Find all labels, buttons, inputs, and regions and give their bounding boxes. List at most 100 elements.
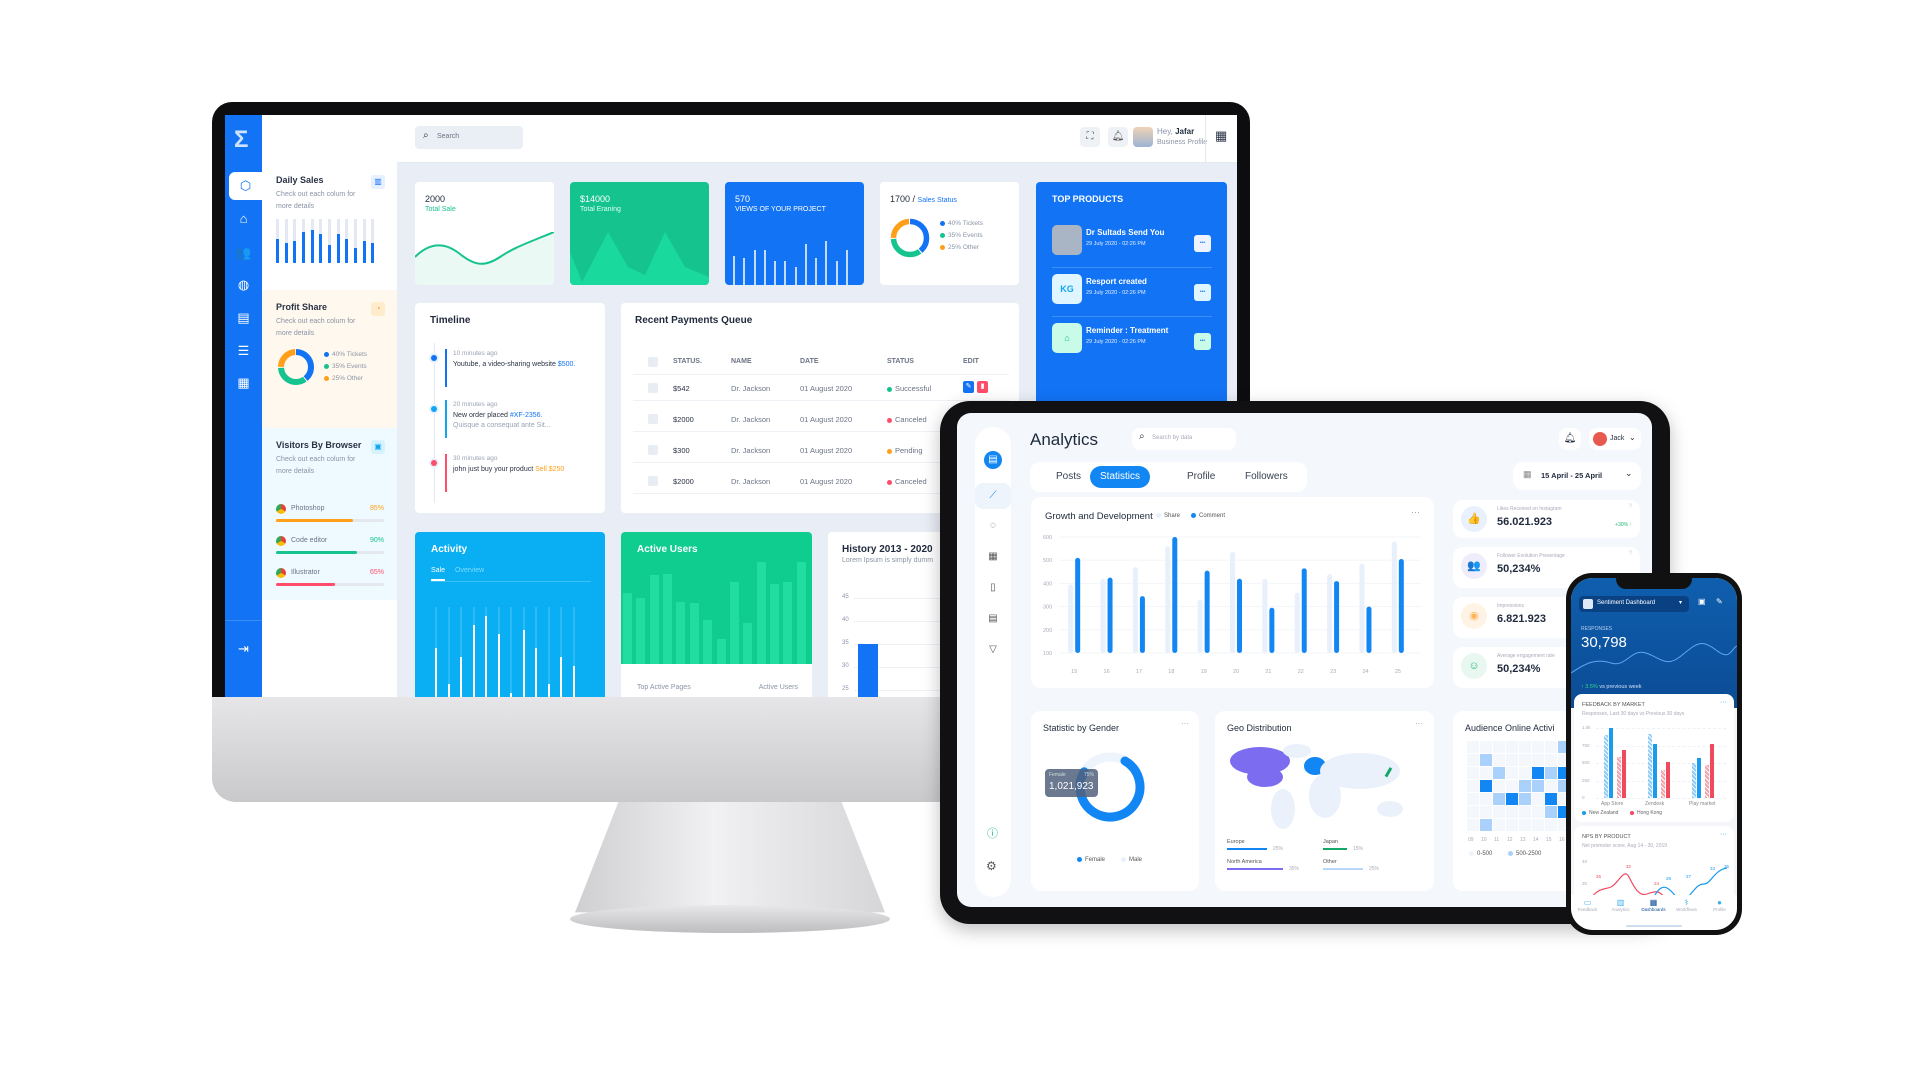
settings-icon[interactable]: ⚙ <box>986 859 997 873</box>
more-icon[interactable]: ··· <box>1720 699 1727 706</box>
search-input[interactable]: ⌕ Search by data <box>1132 428 1236 450</box>
logout-icon[interactable]: ⇥ <box>225 635 262 663</box>
fullscreen-icon[interactable]: ⛶ <box>1080 127 1100 147</box>
tab-followers[interactable]: Followers <box>1235 466 1298 488</box>
row-checkbox[interactable] <box>648 383 658 393</box>
info-icon[interactable]: ? <box>1629 504 1632 510</box>
heatmap-cell <box>1467 793 1479 805</box>
bar-chart-icon[interactable]: ▥ <box>371 175 385 189</box>
cube-icon[interactable]: ⬡ <box>229 172 262 200</box>
bell-icon[interactable]: 🔔︎ <box>1108 127 1128 147</box>
tab-posts[interactable]: Posts <box>1046 466 1091 488</box>
document-icon[interactable]: ▤ <box>225 304 262 332</box>
tablet-sidebar: ▤ ⟋ ◌ ▦ ▯ ▤ ▽ ⓘ ⚙ <box>975 427 1011 897</box>
x-tick: 17 <box>1136 669 1142 675</box>
tab-dashboards[interactable]: ▦ Dashboards <box>1637 898 1670 912</box>
pie-icon[interactable]: ◔ <box>371 302 385 316</box>
comment-bar <box>1237 578 1242 653</box>
date-range-picker[interactable]: ▦ 15 April - 25 April ⌄ <box>1513 462 1641 490</box>
tab-overview[interactable]: Overview <box>455 567 484 574</box>
legend-item: 25% Other <box>324 375 367 382</box>
apps-grid-icon[interactable]: ▦ <box>1215 128 1227 144</box>
browser-icon <box>276 504 286 514</box>
row-checkbox[interactable] <box>648 445 658 455</box>
product-item[interactable]: Dr Sultads Send You 29 July 2020 - 02:26 … <box>1052 225 1212 268</box>
chat-icon[interactable]: ▤ <box>984 451 1002 469</box>
messages-icon[interactable]: ◌ <box>981 515 1005 537</box>
tab-feedback[interactable]: ▭ Feedback <box>1571 898 1604 912</box>
info-icon[interactable]: ? <box>1629 551 1632 557</box>
server-icon[interactable]: ☰ <box>225 337 262 365</box>
browser-item[interactable]: Photoshop 85% <box>276 504 384 534</box>
users-icon[interactable]: 👥 <box>225 239 262 267</box>
more-button[interactable]: ••• <box>1194 235 1211 252</box>
browser-item[interactable]: Code editor 90% <box>276 536 384 566</box>
more-icon[interactable]: ··· <box>1181 719 1189 728</box>
browser-item[interactable]: Illustrator 65% <box>276 568 384 598</box>
file-icon[interactable]: ▯ <box>981 577 1005 599</box>
heatmap-cell <box>1532 767 1544 779</box>
product-item[interactable]: KG Resport created 29 July 2020 - 02:26 PM… <box>1052 274 1212 317</box>
heatmap-cell <box>1519 780 1531 792</box>
heatmap-cell <box>1545 780 1557 792</box>
more-icon[interactable]: ··· <box>1411 507 1420 517</box>
product-item[interactable]: ⌂ Reminder : Treatment 29 July 2020 - 02:2… <box>1052 323 1212 359</box>
tab-profile[interactable]: Profile <box>1177 466 1225 488</box>
avatar[interactable] <box>1133 127 1153 147</box>
dashboard-name: Sentiment Dashboard <box>1597 600 1656 606</box>
timeline-text: john just buy your product Sell $250 <box>453 466 565 473</box>
row-checkbox[interactable] <box>648 414 658 424</box>
views-bar <box>733 255 735 285</box>
more-button[interactable]: ••• <box>1194 333 1211 350</box>
tab-workflows[interactable]: ⚕ Workflows <box>1670 898 1703 912</box>
tab-statistics[interactable]: Statistics <box>1090 466 1151 488</box>
heatmap-cell <box>1532 819 1544 831</box>
page-title: Analytics <box>1030 430 1099 449</box>
select-all-checkbox[interactable] <box>648 357 658 367</box>
bell-icon[interactable]: 🔔︎ <box>1559 428 1581 450</box>
timeline-time: 10 minutes ago <box>453 350 498 357</box>
heatmap-cell <box>1480 806 1492 818</box>
grid-icon[interactable]: ▦ <box>225 369 262 397</box>
stat-value: 6.821.923 <box>1497 613 1546 625</box>
card-value: $14000 <box>580 194 611 204</box>
calendar-icon[interactable]: ▦ <box>981 546 1005 568</box>
comment-bar <box>1366 606 1372 653</box>
calendar-icon[interactable]: ▣ <box>1698 597 1706 606</box>
hour-label: 09 <box>1468 837 1474 843</box>
more-icon[interactable]: ··· <box>1720 831 1727 838</box>
row-checkbox[interactable] <box>648 476 658 486</box>
note-icon[interactable]: ▤ <box>981 608 1005 630</box>
more-button[interactable]: ••• <box>1194 284 1211 301</box>
earning-area-chart <box>570 232 709 285</box>
browser-name: Photoshop <box>291 505 325 512</box>
bottom-tab-bar: ▭ Feedback ▥ Analytics ▦ Dashboards ⚕ Workflows… <box>1571 895 1737 930</box>
nps-label: 25 <box>1596 874 1602 879</box>
home-icon[interactable]: ⌂ <box>225 205 262 233</box>
product-title: Dr Sultads Send You <box>1086 228 1165 237</box>
edit-icon[interactable]: ✎ <box>1716 597 1723 606</box>
filter-icon[interactable]: ▽ <box>981 639 1005 661</box>
share-bar <box>1197 599 1203 653</box>
dashboard-selector[interactable]: Sentiment Dashboard ▾ <box>1579 596 1689 612</box>
globe-icon[interactable]: ◍ <box>225 271 262 299</box>
tab-sale[interactable]: Sale <box>431 567 446 581</box>
help-icon[interactable]: ⓘ <box>987 825 998 841</box>
tab-analytics[interactable]: ▥ Analytics <box>1604 898 1637 912</box>
more-icon[interactable]: ··· <box>1415 719 1423 728</box>
heatmap-cell <box>1519 793 1531 805</box>
search-input[interactable]: ⌕ Search <box>415 126 523 149</box>
heatmap-cell <box>1532 754 1544 766</box>
legend-item: 25% Other <box>940 244 983 251</box>
browser-icon[interactable]: ▣ <box>371 440 385 454</box>
line-chart-icon[interactable]: ⟋ <box>975 483 1011 509</box>
edit-icon[interactable]: ✎ <box>963 381 974 393</box>
timeline-bar <box>445 400 447 438</box>
tab-profile[interactable]: ● Profile <box>1703 898 1736 912</box>
active-users-bar <box>743 623 753 664</box>
delete-icon[interactable]: ▮ <box>977 381 988 393</box>
user-menu[interactable]: Jack ⌄ <box>1589 428 1641 450</box>
share-bar <box>1068 584 1074 653</box>
feedback-card: FEEDBACK BY MARKET Responses, Last 30 da… <box>1574 694 1734 822</box>
y-tick: 25 <box>842 686 849 692</box>
